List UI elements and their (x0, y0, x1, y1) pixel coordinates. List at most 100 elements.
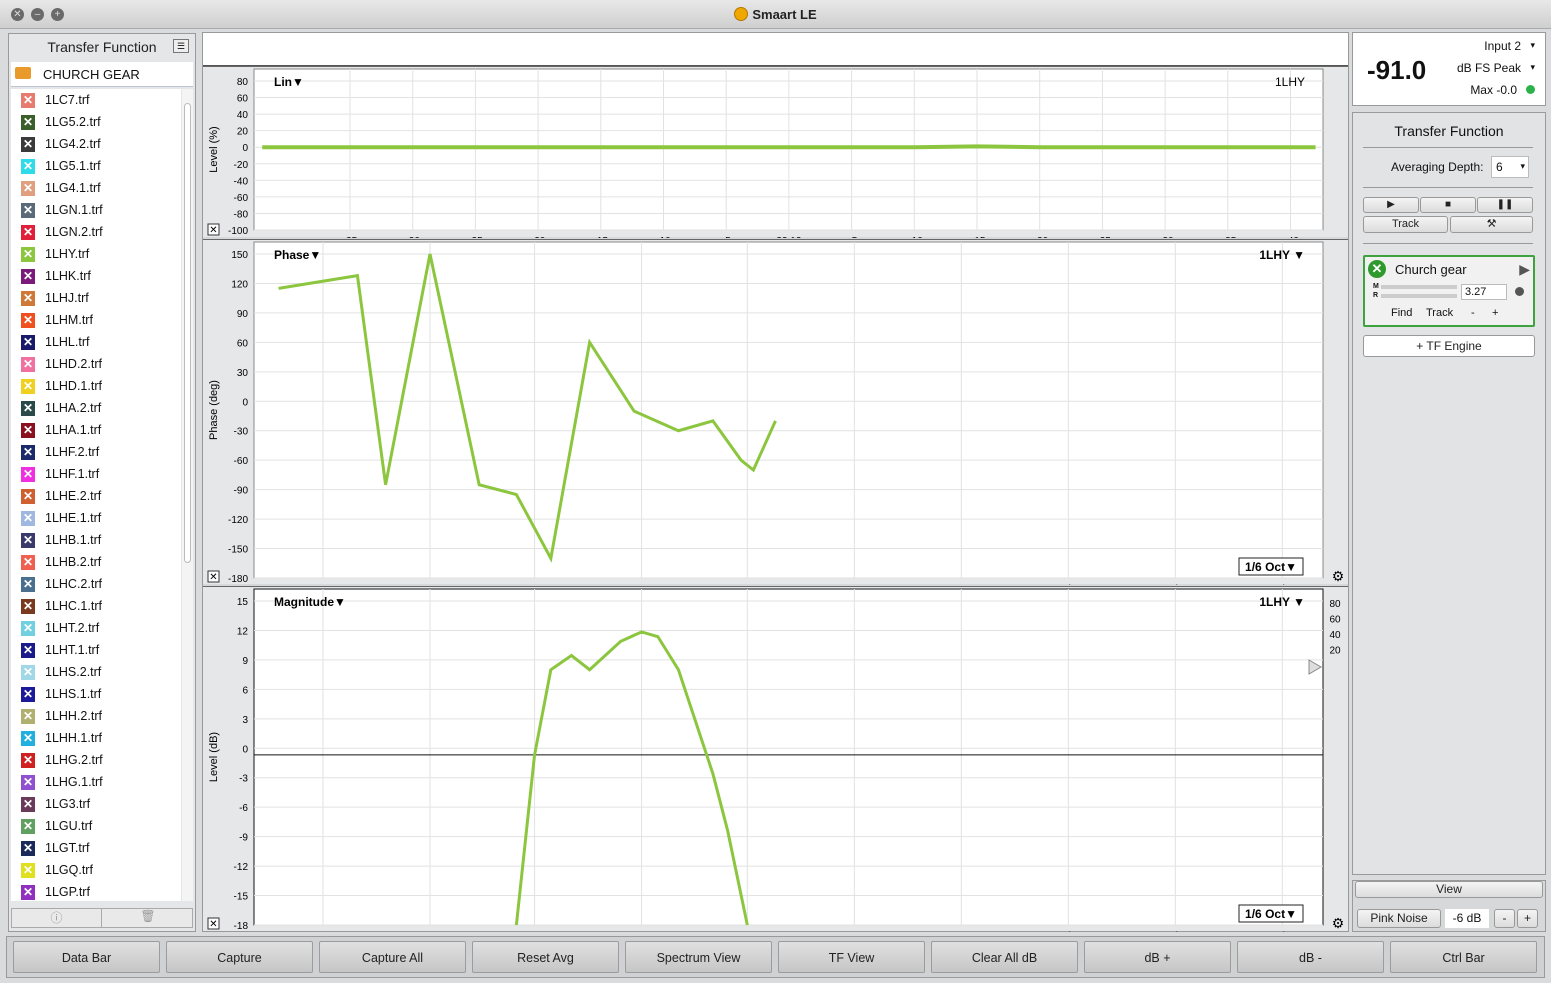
reset-avg-button[interactable]: Reset Avg (472, 941, 619, 973)
ctrl-bar-button[interactable]: Ctrl Bar (1390, 941, 1537, 973)
file-color-icon[interactable]: ✕ (21, 335, 35, 350)
file-color-icon[interactable]: ✕ (21, 269, 35, 284)
file-list-item[interactable]: ✕ 1LHG.2.trf (11, 749, 181, 771)
engine-track-button[interactable]: Track (1426, 307, 1453, 319)
engine-status-icon[interactable]: ✕ (1368, 260, 1386, 278)
file-color-icon[interactable]: ✕ (21, 731, 35, 746)
file-list-item[interactable]: ✕ 1LGQ.trf (11, 859, 181, 881)
file-list-item[interactable]: ✕ 1LHT.1.trf (11, 639, 181, 661)
file-color-icon[interactable]: ✕ (21, 511, 35, 526)
file-color-icon[interactable]: ✕ (21, 775, 35, 790)
file-color-icon[interactable]: ✕ (21, 379, 35, 394)
file-color-icon[interactable]: ✕ (21, 445, 35, 460)
file-color-icon[interactable]: ✕ (21, 687, 35, 702)
trash-icon[interactable]: 🗑 (104, 909, 192, 927)
file-color-icon[interactable]: ✕ (21, 863, 35, 878)
file-list-item[interactable]: ✕ 1LG3.trf (11, 793, 181, 815)
file-color-icon[interactable]: ✕ (21, 533, 35, 548)
file-list-item[interactable]: ✕ 1LGT.trf (11, 837, 181, 859)
unit-dropdown-icon[interactable]: ▾ (1530, 62, 1535, 73)
file-list-item[interactable]: ✕ 1LHF.2.trf (11, 441, 181, 463)
file-color-icon[interactable]: ✕ (21, 467, 35, 482)
generator-plus-button[interactable]: + (1517, 909, 1538, 928)
delay-field[interactable]: 3.27 (1461, 284, 1507, 300)
file-color-icon[interactable]: ✕ (21, 665, 35, 680)
db-minus-button[interactable]: dB - (1237, 941, 1384, 973)
file-list-item[interactable]: ✕ 1LHB.2.trf (11, 551, 181, 573)
file-list-item[interactable]: ✕ 1LHJ.trf (11, 287, 181, 309)
file-list-item[interactable]: ✕ 1LHK.trf (11, 265, 181, 287)
file-list-item[interactable]: ✕ 1LHG.1.trf (11, 771, 181, 793)
file-color-icon[interactable]: ✕ (21, 841, 35, 856)
file-color-icon[interactable]: ✕ (21, 401, 35, 416)
meter-unit-select[interactable]: dB FS Peak (1457, 61, 1521, 75)
data-bar-button[interactable]: Data Bar (13, 941, 160, 973)
file-color-icon[interactable]: ✕ (21, 599, 35, 614)
file-list-item[interactable]: ✕ 1LHC.1.trf (11, 595, 181, 617)
file-color-icon[interactable]: ✕ (21, 621, 35, 636)
add-tf-engine-button[interactable]: + TF Engine (1363, 335, 1535, 357)
view-button[interactable]: View (1355, 881, 1543, 898)
pause-button[interactable]: ❚❚ (1477, 197, 1533, 213)
file-color-icon[interactable]: ✕ (21, 357, 35, 372)
record-icon[interactable] (1515, 287, 1524, 296)
track-button[interactable]: Track (1363, 216, 1448, 233)
file-list-item[interactable]: ✕ 1LHE.1.trf (11, 507, 181, 529)
file-list-item[interactable]: ✕ 1LG4.2.trf (11, 133, 181, 155)
file-list-item[interactable]: ✕ 1LHC.2.trf (11, 573, 181, 595)
folder-row[interactable]: CHURCH GEAR (11, 62, 193, 87)
file-list-item[interactable]: ✕ 1LG5.1.trf (11, 155, 181, 177)
file-color-icon[interactable]: ✕ (21, 115, 35, 130)
file-color-icon[interactable]: ✕ (21, 225, 35, 240)
file-color-icon[interactable]: ✕ (21, 709, 35, 724)
delay-minus-button[interactable]: - (1471, 307, 1475, 319)
file-color-icon[interactable]: ✕ (21, 577, 35, 592)
file-list-item[interactable]: ✕ 1LHH.1.trf (11, 727, 181, 749)
file-list-item[interactable]: ✕ 1LHM.trf (11, 309, 181, 331)
file-color-icon[interactable]: ✕ (21, 753, 35, 768)
file-color-icon[interactable]: ✕ (21, 313, 35, 328)
file-color-icon[interactable]: ✕ (21, 159, 35, 174)
engine-name[interactable]: Church gear (1395, 262, 1467, 277)
spectrum-view-button[interactable]: Spectrum View (625, 941, 772, 973)
tf-view-button[interactable]: TF View (778, 941, 925, 973)
sidebar-menu-button[interactable]: ☰ (173, 39, 189, 53)
file-color-icon[interactable]: ✕ (21, 643, 35, 658)
info-icon[interactable]: ⓘ (12, 909, 102, 927)
capture-all-button[interactable]: Capture All (319, 941, 466, 973)
clear-all-db-button[interactable]: Clear All dB (931, 941, 1078, 973)
file-list-item[interactable]: ✕ 1LHD.2.trf (11, 353, 181, 375)
file-list-item[interactable]: ✕ 1LHE.2.trf (11, 485, 181, 507)
file-list-item[interactable]: ✕ 1LG4.1.trf (11, 177, 181, 199)
generator-level-field[interactable]: -6 dB (1445, 909, 1489, 928)
file-list-item[interactable]: ✕ 1LHB.1.trf (11, 529, 181, 551)
file-color-icon[interactable]: ✕ (21, 291, 35, 306)
file-color-icon[interactable]: ✕ (21, 423, 35, 438)
file-list-item[interactable]: ✕ 1LHS.2.trf (11, 661, 181, 683)
play-button[interactable]: ▶ (1363, 197, 1419, 213)
file-list-item[interactable]: ✕ 1LHD.1.trf (11, 375, 181, 397)
file-list-item[interactable]: ✕ 1LGP.trf (11, 881, 181, 903)
file-color-icon[interactable]: ✕ (21, 797, 35, 812)
file-color-icon[interactable]: ✕ (21, 247, 35, 262)
file-list-item[interactable]: ✕ 1LHL.trf (11, 331, 181, 353)
averaging-select[interactable]: 6 ▾ (1491, 156, 1529, 178)
file-color-icon[interactable]: ✕ (21, 555, 35, 570)
file-color-icon[interactable]: ✕ (21, 489, 35, 504)
file-color-icon[interactable]: ✕ (21, 203, 35, 218)
file-list-item[interactable]: ✕ 1LG5.2.trf (11, 111, 181, 133)
file-color-icon[interactable]: ✕ (21, 93, 35, 108)
file-color-icon[interactable]: ✕ (21, 137, 35, 152)
input-dropdown-icon[interactable]: ▾ (1530, 40, 1535, 51)
input-select[interactable]: Input 2 (1484, 39, 1521, 53)
file-list-item[interactable]: ✕ 1LHH.2.trf (11, 705, 181, 727)
find-button[interactable]: Find (1391, 307, 1412, 319)
db-plus-button[interactable]: dB + (1084, 941, 1231, 973)
file-color-icon[interactable]: ✕ (21, 181, 35, 196)
pink-noise-button[interactable]: Pink Noise (1357, 909, 1441, 928)
file-list-item[interactable]: ✕ 1LHA.2.trf (11, 397, 181, 419)
scroll-thumb[interactable] (184, 103, 191, 563)
file-list-item[interactable]: ✕ 1LHA.1.trf (11, 419, 181, 441)
file-list-item[interactable]: ✕ 1LGN.1.trf (11, 199, 181, 221)
file-list-item[interactable]: ✕ 1LC7.trf (11, 89, 181, 111)
